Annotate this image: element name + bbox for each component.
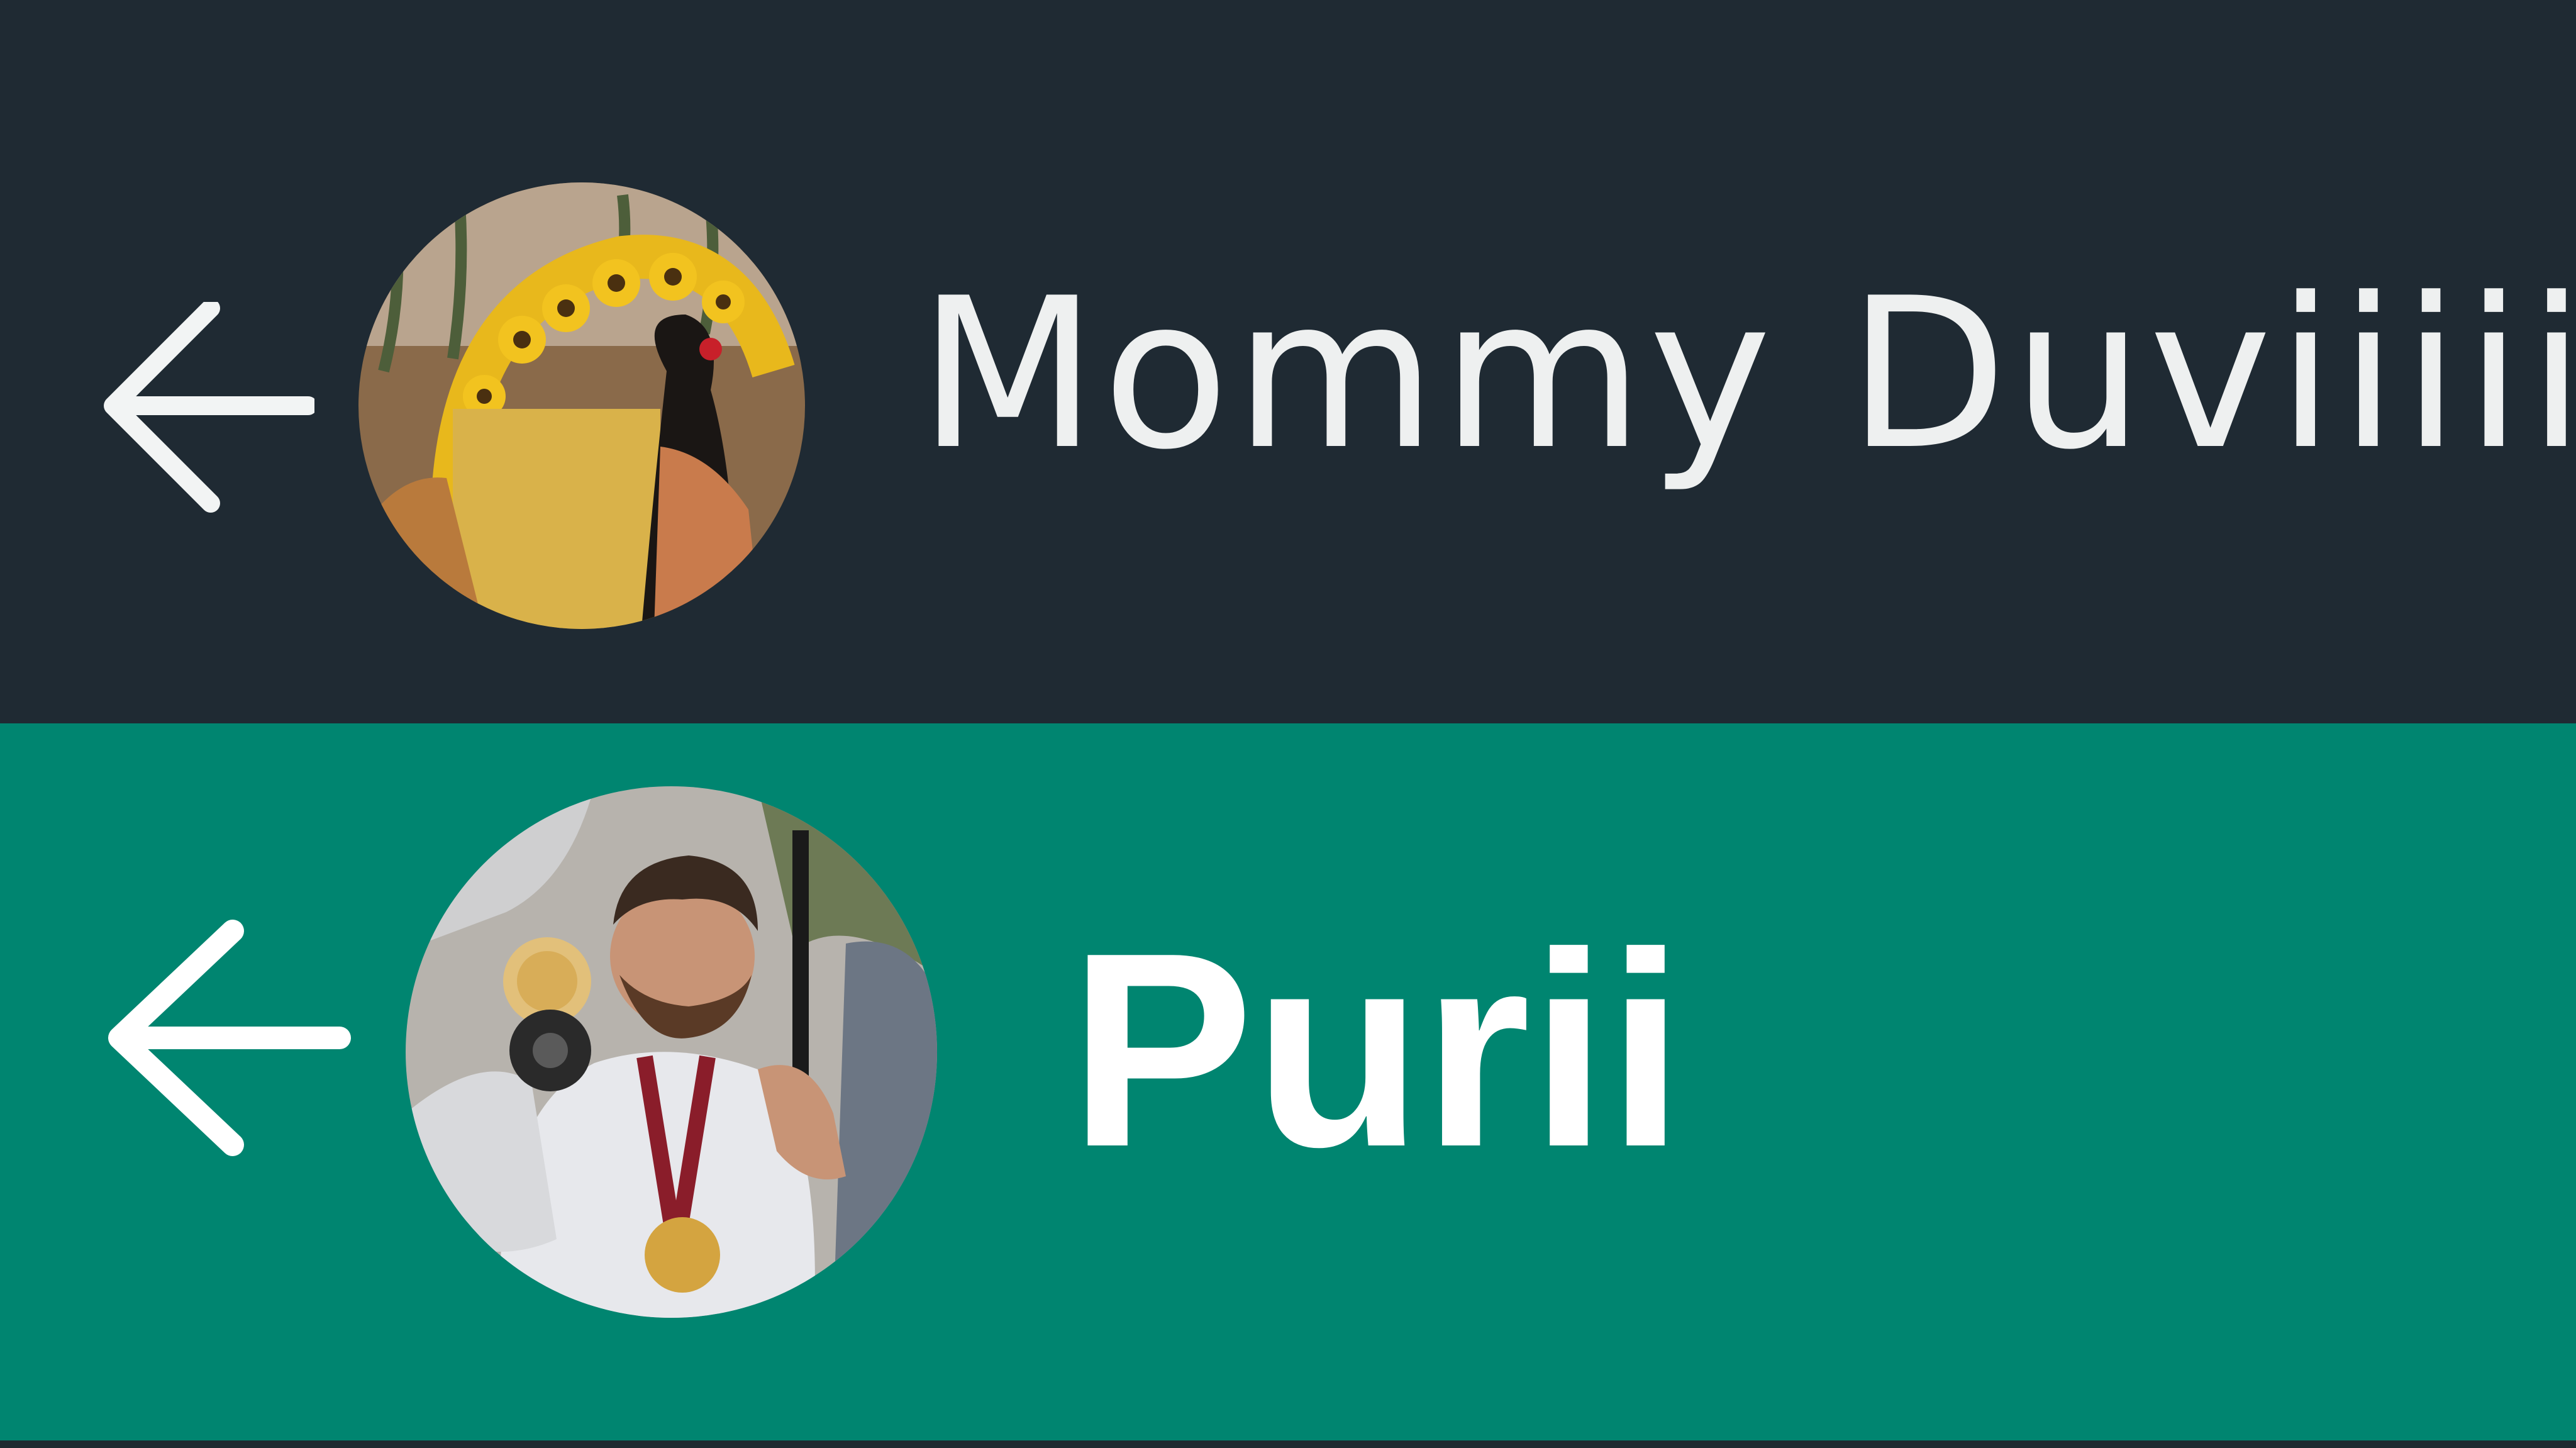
- avatar[interactable]: [358, 182, 805, 629]
- avatar[interactable]: [406, 786, 937, 1318]
- chat-header-dark: Mommy Duviiiii: [0, 0, 2576, 723]
- arrow-left-icon: [104, 302, 314, 513]
- arrow-left-icon: [108, 920, 351, 1156]
- contact-name[interactable]: Mommy Duviiiii: [918, 270, 2576, 478]
- bottom-edge-divider: [0, 1440, 2576, 1448]
- chat-header-green: Purii: [0, 723, 2576, 1440]
- contact-name[interactable]: Purii: [1069, 912, 1684, 1189]
- profile-photo-man-medal: [406, 786, 937, 1318]
- back-button[interactable]: [101, 918, 352, 1157]
- profile-photo-woman-sunflowers: [358, 182, 805, 629]
- back-button[interactable]: [101, 302, 314, 516]
